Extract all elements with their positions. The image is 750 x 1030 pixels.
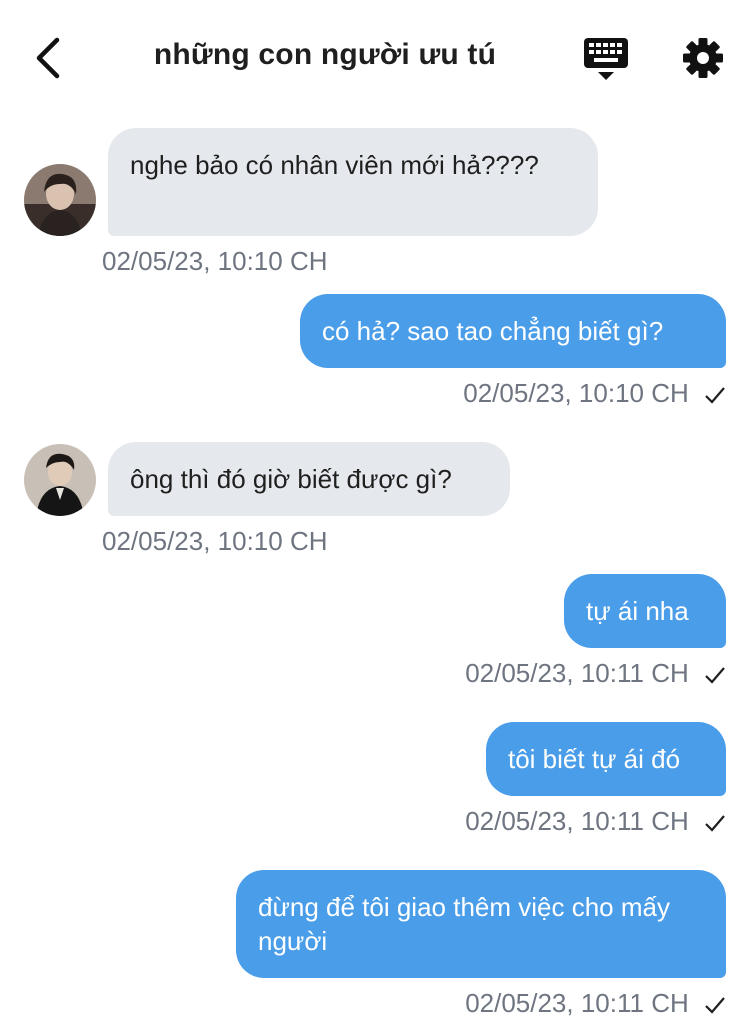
message-bubble-outgoing[interactable]: tự ái nha	[564, 574, 726, 648]
message-timestamp: 02/05/23, 10:10 CH	[102, 246, 328, 276]
message-timestamp-row: 02/05/23, 10:11 CH	[465, 806, 726, 837]
check-icon	[705, 387, 725, 404]
message-bubble-outgoing[interactable]: đừng để tôi giao thêm việc cho mấy người	[236, 870, 726, 978]
message-timestamp: 02/05/23, 10:11 CH	[465, 658, 689, 688]
back-button[interactable]	[28, 36, 68, 80]
contact-avatar[interactable]	[24, 164, 96, 236]
message-timestamp-row: 02/05/23, 10:10 CH	[463, 378, 726, 409]
chat-header: những con người ưu tú	[0, 0, 750, 112]
message-text: nghe bảo có nhân viên mới hả????	[130, 150, 539, 180]
message-bubble-incoming[interactable]: ông thì đó giờ biết được gì?	[108, 442, 510, 516]
message-timestamp: 02/05/23, 10:11 CH	[465, 806, 689, 836]
message-timestamp: 02/05/23, 10:11 CH	[465, 988, 689, 1018]
message-timestamp: 02/05/23, 10:10 CH	[463, 378, 689, 408]
message-bubble-outgoing[interactable]: tôi biết tự ái đó	[486, 722, 726, 796]
check-icon	[705, 997, 725, 1014]
check-icon	[705, 667, 725, 684]
message-timestamp-row: 02/05/23, 10:11 CH	[465, 988, 726, 1019]
message-text: đừng để tôi giao thêm việc cho mấy người	[258, 892, 670, 956]
message-timestamp: 02/05/23, 10:10 CH	[102, 526, 328, 556]
keyboard-button[interactable]	[582, 36, 630, 82]
message-bubble-incoming[interactable]: nghe bảo có nhân viên mới hả????	[108, 128, 598, 236]
contact-avatar[interactable]	[24, 444, 96, 516]
message-text: có hả? sao tao chẳng biết gì?	[322, 316, 664, 346]
message-text: tự ái nha	[586, 596, 689, 626]
message-text: ông thì đó giờ biết được gì?	[130, 464, 452, 494]
keyboard-icon	[584, 38, 628, 80]
message-text: tôi biết tự ái đó	[508, 744, 681, 774]
chat-title: những con người ưu tú	[153, 38, 497, 71]
message-bubble-outgoing[interactable]: có hả? sao tao chẳng biết gì?	[300, 294, 726, 368]
settings-button[interactable]	[681, 36, 725, 80]
message-timestamp-row: 02/05/23, 10:11 CH	[465, 658, 726, 689]
gear-icon	[683, 38, 723, 78]
chevron-left-icon	[36, 37, 60, 79]
check-icon	[705, 815, 725, 832]
